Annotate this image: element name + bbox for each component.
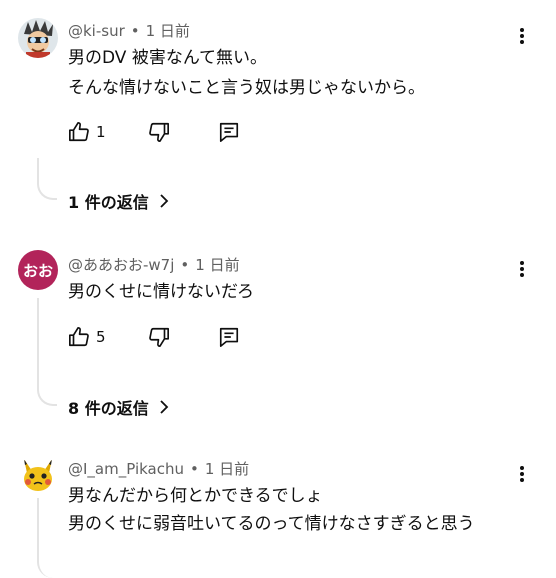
cartoon-face-icon	[24, 20, 53, 58]
chevron-right-icon	[160, 400, 168, 414]
meta-separator: •	[130, 22, 140, 40]
thread-line	[37, 298, 57, 406]
reply-button[interactable]	[218, 326, 240, 348]
chevron-right-icon	[160, 194, 168, 208]
pikachu-face-icon	[24, 459, 52, 491]
comment-text-line: 男のくせに弱音吐いてるのって情けなさすぎると思う	[68, 514, 475, 534]
author-handle[interactable]: @I_am_Pikachu	[68, 460, 184, 478]
replies-label: 8 件の返信	[68, 399, 149, 418]
meta-separator: •	[190, 460, 199, 478]
more-options-icon[interactable]	[515, 463, 529, 485]
author-handle[interactable]: @ki-sur	[68, 22, 125, 40]
avatar-pikachu[interactable]	[18, 455, 58, 495]
replies-label: 1 件の返信	[68, 193, 149, 212]
comment-text-line: 男のDV 被害なんて無い。	[68, 48, 267, 68]
comment-text-line: そんな情けないこと言う奴は男じゃないから。	[68, 78, 425, 98]
more-options-icon[interactable]	[515, 258, 529, 280]
comment-meta: @ああおお-w7j • 1 日前	[68, 254, 240, 275]
thread-line	[37, 158, 57, 200]
like-button[interactable]: 1	[68, 121, 106, 143]
avatar-ki-sur[interactable]	[18, 18, 58, 58]
view-replies-button[interactable]: 8 件の返信	[68, 395, 169, 419]
author-handle[interactable]: @ああおお-w7j	[68, 256, 174, 274]
reply-icon	[219, 122, 239, 142]
meta-separator: •	[180, 256, 190, 274]
view-replies-button[interactable]: 1 件の返信	[68, 189, 169, 213]
avatar-aaoo[interactable]: おお	[18, 250, 58, 290]
thumbs-down-icon	[149, 327, 169, 347]
thumbs-down-icon	[149, 122, 169, 142]
thumbs-up-icon	[69, 122, 89, 142]
like-count: 1	[96, 123, 106, 141]
more-options-icon[interactable]	[515, 25, 529, 47]
comment-text-line: 男なんだから何とかできるでしょ	[68, 486, 323, 506]
timestamp[interactable]: 1 日前	[205, 460, 249, 478]
dislike-button[interactable]	[148, 326, 170, 348]
like-button[interactable]: 5	[68, 326, 106, 348]
avatar-initials: おお	[22, 261, 53, 280]
reply-button[interactable]	[218, 121, 240, 143]
like-count: 5	[96, 328, 106, 346]
comment-meta: @ki-sur • 1 日前	[68, 20, 190, 41]
timestamp[interactable]: 1 日前	[146, 22, 190, 40]
thread-line	[37, 498, 57, 578]
timestamp[interactable]: 1 日前	[195, 256, 239, 274]
reply-icon	[219, 327, 239, 347]
dislike-button[interactable]	[148, 121, 170, 143]
comment-meta: @I_am_Pikachu • 1 日前	[68, 458, 249, 479]
thumbs-up-icon	[69, 327, 89, 347]
comment-text-line: 男のくせに情けないだろ	[68, 282, 254, 302]
